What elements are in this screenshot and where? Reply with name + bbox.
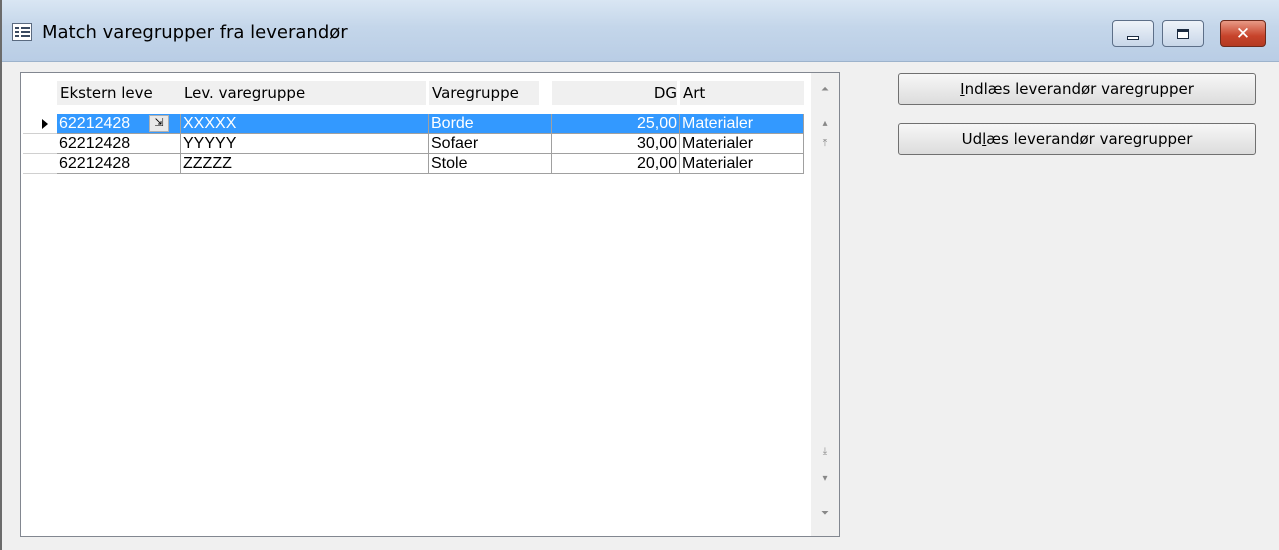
cell-varegruppe[interactable]: Borde <box>429 114 552 134</box>
varegruppe-grid[interactable]: Ekstern leve Lev. varegruppe Varegruppe … <box>20 72 840 537</box>
cell-art[interactable]: Materialer <box>680 154 804 174</box>
import-varegrupper-button[interactable]: Indlæs leverandør varegrupper <box>898 73 1256 105</box>
maximize-button[interactable] <box>1162 20 1204 47</box>
lookup-button[interactable]: ⇲ <box>149 115 169 132</box>
grid-header: Ekstern leve Lev. varegruppe Varegruppe … <box>21 81 811 105</box>
form-icon <box>12 23 32 41</box>
scroll-top-icon[interactable]: ⏶ <box>816 81 834 99</box>
close-icon: ✕ <box>1235 23 1251 44</box>
cell-dg[interactable]: 20,00 <box>552 154 680 174</box>
cell-dg[interactable]: 25,00 <box>552 114 680 134</box>
row-selector[interactable] <box>23 114 57 134</box>
minimize-icon <box>1127 35 1139 40</box>
lookup-icon: ⇲ <box>154 117 164 129</box>
cell-lev-varegruppe[interactable]: YYYYY <box>181 134 429 154</box>
cell-lev-varegruppe[interactable]: ZZZZZ <box>181 154 429 174</box>
cell-art[interactable]: Materialer <box>680 114 804 134</box>
import-label: ndlæs leverandør varegrupper <box>964 80 1194 98</box>
scroll-first-icon[interactable]: ⤒ <box>816 135 834 153</box>
row-selector[interactable] <box>23 154 57 174</box>
cell-lev-varegruppe[interactable]: XXXXX <box>181 114 429 134</box>
close-button[interactable]: ✕ <box>1220 20 1266 47</box>
current-row-icon <box>42 119 48 129</box>
scroll-bottom-icon[interactable]: ⏷ <box>816 505 834 523</box>
cell-varegruppe[interactable]: Sofaer <box>429 134 552 154</box>
minimize-button[interactable] <box>1112 20 1154 47</box>
row-selector[interactable] <box>23 134 57 154</box>
table-row[interactable]: 62212428 YYYYY Sofaer 30,00 Materialer <box>21 134 811 154</box>
cell-dg[interactable]: 30,00 <box>552 134 680 154</box>
table-row[interactable]: 62212428 ⇲ XXXXX Borde 25,00 Materialer <box>21 114 811 134</box>
cell-varegruppe[interactable]: Stole <box>429 154 552 174</box>
scroll-last-icon[interactable]: ⤓ <box>816 443 834 461</box>
export-label: æs leverandør varegrupper <box>986 130 1193 148</box>
match-varegrupper-window: Match varegrupper fra leverandør ✕ Ekste… <box>0 0 1279 550</box>
table-row[interactable]: 62212428 ZZZZZ Stole 20,00 Materialer <box>21 154 811 174</box>
title-bar[interactable]: Match varegrupper fra leverandør ✕ <box>2 0 1279 62</box>
column-header-lev-varegruppe[interactable]: Lev. varegruppe <box>181 81 426 105</box>
export-label-pre: Ud <box>961 130 983 148</box>
cell-art[interactable]: Materialer <box>680 134 804 154</box>
maximize-icon <box>1177 28 1189 39</box>
scroll-up-icon[interactable]: ▴ <box>816 115 834 133</box>
window-title: Match varegrupper fra leverandør <box>42 22 348 43</box>
cell-ekstern[interactable]: 62212428 <box>57 134 181 154</box>
column-header-varegruppe[interactable]: Varegruppe <box>429 81 539 105</box>
export-varegrupper-button[interactable]: Udlæs leverandør varegrupper <box>898 123 1256 155</box>
column-header-dg[interactable]: DG <box>552 81 677 105</box>
scroll-down-icon[interactable]: ▾ <box>816 470 834 488</box>
vertical-scrollbar[interactable]: ⏶ ▴ ⤒ ⤓ ▾ ⏷ <box>811 73 839 536</box>
cell-ekstern[interactable]: 62212428 <box>57 154 181 174</box>
column-header-ekstern[interactable]: Ekstern leve <box>57 81 181 105</box>
column-header-art[interactable]: Art <box>680 81 804 105</box>
